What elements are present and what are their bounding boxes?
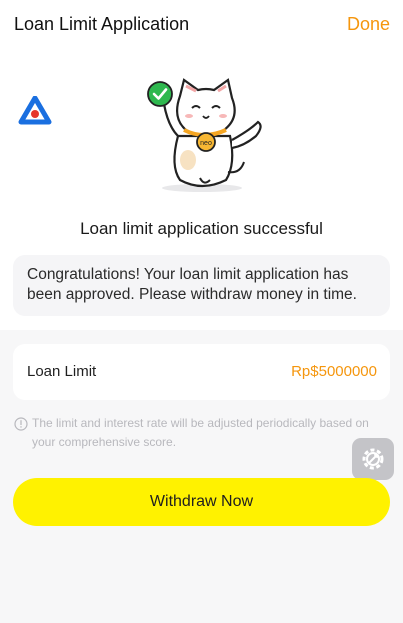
loan-limit-value: Rp$5000000 (291, 363, 377, 380)
floating-tool-button[interactable] (352, 438, 394, 480)
rate-adjustment-note: The limit and interest rate will be adju… (32, 416, 369, 449)
collar-badge-text: neo (200, 140, 212, 147)
brand-logo-icon (18, 96, 52, 125)
done-button[interactable]: Done (347, 14, 390, 35)
withdraw-now-button[interactable]: Withdraw Now (13, 478, 390, 526)
congrats-message: Congratulations! Your loan limit applica… (13, 255, 390, 316)
gear-wrench-icon (362, 448, 384, 470)
check-circle-icon (147, 81, 173, 107)
info-icon (14, 417, 28, 431)
page-title: Loan Limit Application (14, 14, 190, 34)
result-headline: Loan limit application successful (80, 219, 323, 238)
loan-limit-card: Loan Limit Rp$5000000 (13, 344, 390, 400)
app-header: Loan Limit Application Done (0, 0, 403, 50)
loan-limit-label: Loan Limit (27, 363, 97, 380)
